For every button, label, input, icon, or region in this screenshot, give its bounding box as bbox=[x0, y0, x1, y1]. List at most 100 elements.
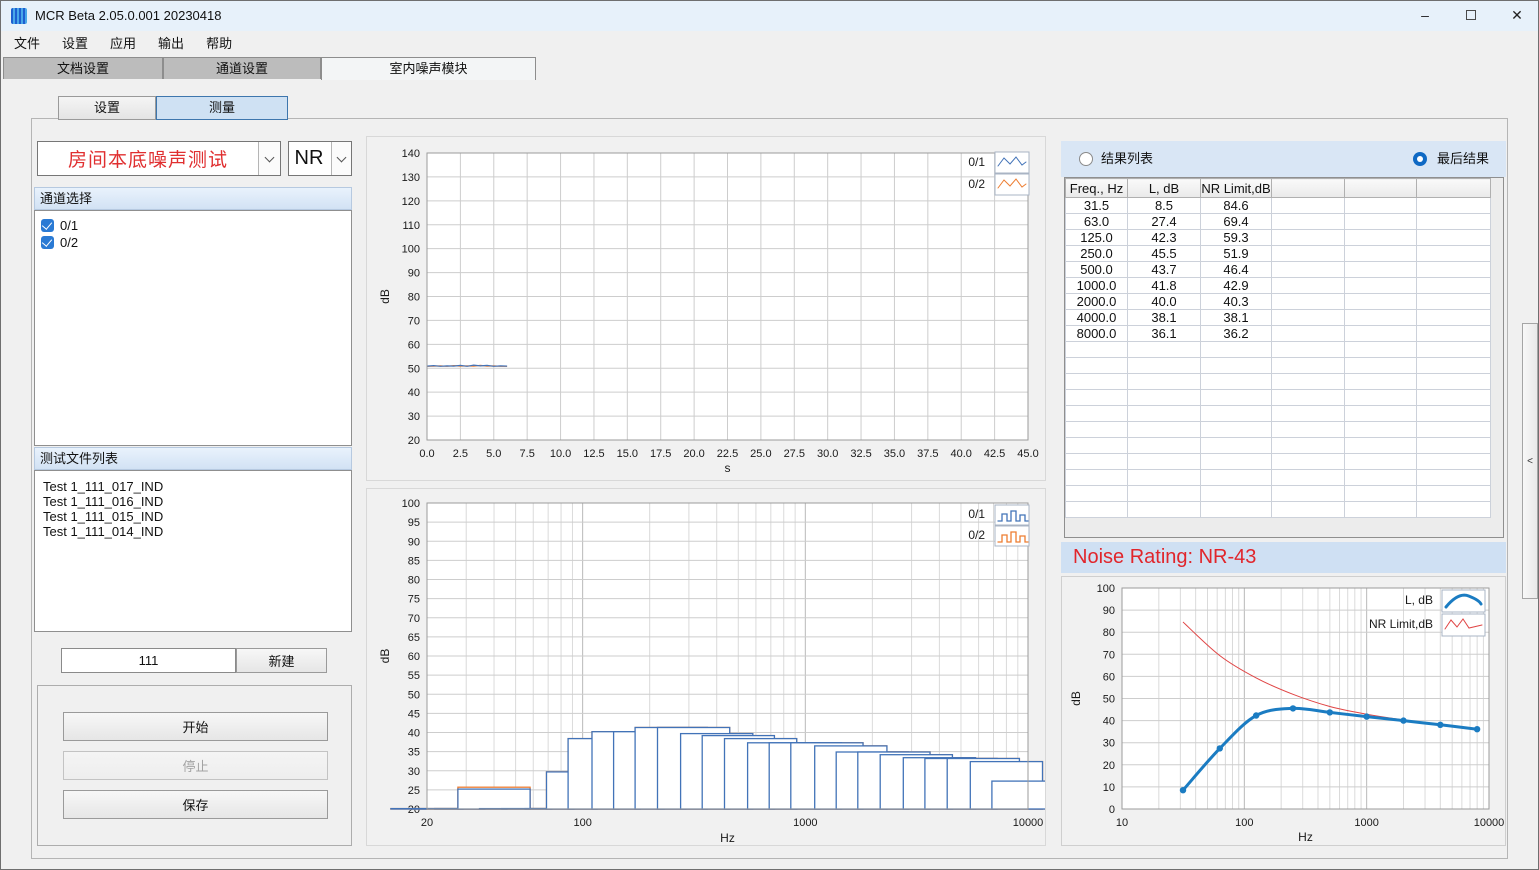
start-button[interactable]: 开始 bbox=[63, 712, 328, 741]
svg-text:40: 40 bbox=[408, 728, 420, 740]
svg-text:55: 55 bbox=[408, 670, 420, 682]
table-cell: 45.5 bbox=[1128, 246, 1201, 262]
maximize-button[interactable] bbox=[1448, 1, 1494, 31]
svg-text:20.0: 20.0 bbox=[683, 448, 704, 460]
window-title: MCR Beta 2.05.0.001 20230418 bbox=[35, 8, 221, 23]
svg-text:90: 90 bbox=[1103, 605, 1115, 617]
svg-text:25: 25 bbox=[408, 785, 420, 797]
table-row[interactable]: 31.58.584.6 bbox=[1066, 198, 1491, 214]
subtab-1[interactable]: 测量 bbox=[156, 96, 288, 120]
file-list-item[interactable]: Test 1_111_015_IND bbox=[35, 509, 351, 524]
table-cell: 84.6 bbox=[1201, 198, 1272, 214]
table-cell bbox=[1345, 438, 1417, 454]
svg-text:2.5: 2.5 bbox=[453, 448, 468, 460]
col-header-0: Freq., Hz bbox=[1066, 179, 1128, 198]
file-list-item[interactable]: Test 1_111_014_IND bbox=[35, 524, 351, 539]
svg-text:80: 80 bbox=[1103, 627, 1115, 639]
channel-list[interactable]: 0/10/2 bbox=[34, 210, 352, 446]
tab-2[interactable]: 室内噪声模块 bbox=[321, 57, 536, 80]
rating-mode-combo[interactable]: NR bbox=[288, 141, 352, 176]
time-chart: 0.02.55.07.510.012.515.017.520.022.525.0… bbox=[367, 137, 1045, 480]
table-cell bbox=[1417, 406, 1491, 422]
table-row[interactable]: 4000.038.138.1 bbox=[1066, 310, 1491, 326]
menu-item-0[interactable]: 文件 bbox=[3, 31, 51, 57]
table-cell: 38.1 bbox=[1201, 310, 1272, 326]
tab-0[interactable]: 文档设置 bbox=[3, 57, 163, 79]
panel-collapse-button[interactable]: < bbox=[1522, 323, 1538, 599]
file-list[interactable]: Test 1_111_017_INDTest 1_111_016_INDTest… bbox=[34, 470, 352, 632]
new-button[interactable]: 新建 bbox=[236, 648, 327, 673]
table-cell bbox=[1417, 422, 1491, 438]
table-cell bbox=[1128, 502, 1201, 518]
table-row[interactable]: 63.027.469.4 bbox=[1066, 214, 1491, 230]
menu-item-3[interactable]: 输出 bbox=[147, 31, 195, 57]
last-result-label: 最后结果 bbox=[1437, 148, 1489, 170]
table-cell bbox=[1417, 390, 1491, 406]
svg-text:dB: dB bbox=[378, 289, 392, 304]
noise-rating-text: Noise Rating: NR-43 bbox=[1073, 546, 1256, 569]
channel-row-0[interactable]: 0/1 bbox=[35, 217, 351, 234]
svg-text:20: 20 bbox=[421, 817, 433, 829]
svg-text:0: 0 bbox=[1109, 804, 1115, 816]
svg-text:65: 65 bbox=[408, 632, 420, 644]
chevron-down-icon bbox=[337, 152, 347, 162]
menu-item-2[interactable]: 应用 bbox=[99, 31, 147, 57]
table-row[interactable]: 500.043.746.4 bbox=[1066, 262, 1491, 278]
results-table-container[interactable]: Freq., HzL, dBNR Limit,dB31.58.584.663.0… bbox=[1064, 177, 1504, 538]
svg-text:NR Limit,dB: NR Limit,dB bbox=[1369, 617, 1433, 631]
table-cell bbox=[1345, 310, 1417, 326]
table-cell bbox=[1345, 262, 1417, 278]
svg-text:0.0: 0.0 bbox=[419, 448, 434, 460]
svg-text:85: 85 bbox=[408, 555, 420, 567]
file-list-item[interactable]: Test 1_111_017_IND bbox=[35, 479, 351, 494]
subtab-0[interactable]: 设置 bbox=[58, 96, 156, 120]
svg-text:70: 70 bbox=[408, 613, 420, 625]
table-cell bbox=[1201, 470, 1272, 486]
table-cell bbox=[1417, 454, 1491, 470]
rating-mode-combo-arrow[interactable] bbox=[331, 142, 351, 175]
table-row[interactable]: 2000.040.040.3 bbox=[1066, 294, 1491, 310]
close-button[interactable]: ✕ bbox=[1494, 1, 1539, 31]
table-cell bbox=[1417, 310, 1491, 326]
file-name-input[interactable]: 111 bbox=[61, 648, 236, 673]
table-cell bbox=[1345, 214, 1417, 230]
menu-item-1[interactable]: 设置 bbox=[51, 31, 99, 57]
svg-text:75: 75 bbox=[408, 594, 420, 606]
table-cell bbox=[1272, 230, 1345, 246]
table-cell bbox=[1272, 294, 1345, 310]
checkbox-checked-icon[interactable] bbox=[41, 236, 54, 249]
table-row[interactable]: 1000.041.842.9 bbox=[1066, 278, 1491, 294]
checkbox-checked-icon[interactable] bbox=[41, 219, 54, 232]
table-cell bbox=[1128, 390, 1201, 406]
result-list-radio[interactable] bbox=[1079, 152, 1093, 166]
minimize-button[interactable]: – bbox=[1402, 1, 1448, 31]
svg-text:120: 120 bbox=[402, 196, 420, 208]
table-cell bbox=[1201, 454, 1272, 470]
test-name-combo-arrow[interactable] bbox=[258, 142, 280, 175]
svg-text:15.0: 15.0 bbox=[617, 448, 638, 460]
svg-text:37.5: 37.5 bbox=[917, 448, 938, 460]
svg-text:7.5: 7.5 bbox=[520, 448, 535, 460]
file-list-item[interactable]: Test 1_111_016_IND bbox=[35, 494, 351, 509]
table-cell bbox=[1128, 470, 1201, 486]
save-button[interactable]: 保存 bbox=[63, 790, 328, 819]
table-row[interactable]: 8000.036.136.2 bbox=[1066, 326, 1491, 342]
stop-button[interactable]: 停止 bbox=[63, 751, 328, 780]
table-cell: 250.0 bbox=[1066, 246, 1128, 262]
channel-row-1[interactable]: 0/2 bbox=[35, 234, 351, 251]
test-name-combo[interactable]: 房间本底噪声测试 bbox=[37, 141, 281, 176]
table-cell bbox=[1201, 406, 1272, 422]
table-cell bbox=[1272, 422, 1345, 438]
svg-text:50: 50 bbox=[1103, 694, 1115, 706]
table-cell bbox=[1417, 294, 1491, 310]
svg-text:20: 20 bbox=[1103, 760, 1115, 772]
last-result-radio[interactable] bbox=[1413, 152, 1427, 166]
table-row[interactable]: 250.045.551.9 bbox=[1066, 246, 1491, 262]
table-cell bbox=[1417, 374, 1491, 390]
table-cell bbox=[1272, 214, 1345, 230]
table-row bbox=[1066, 390, 1491, 406]
menu-item-4[interactable]: 帮助 bbox=[195, 31, 243, 57]
tab-1[interactable]: 通道设置 bbox=[163, 57, 321, 79]
table-cell bbox=[1272, 374, 1345, 390]
table-row[interactable]: 125.042.359.3 bbox=[1066, 230, 1491, 246]
